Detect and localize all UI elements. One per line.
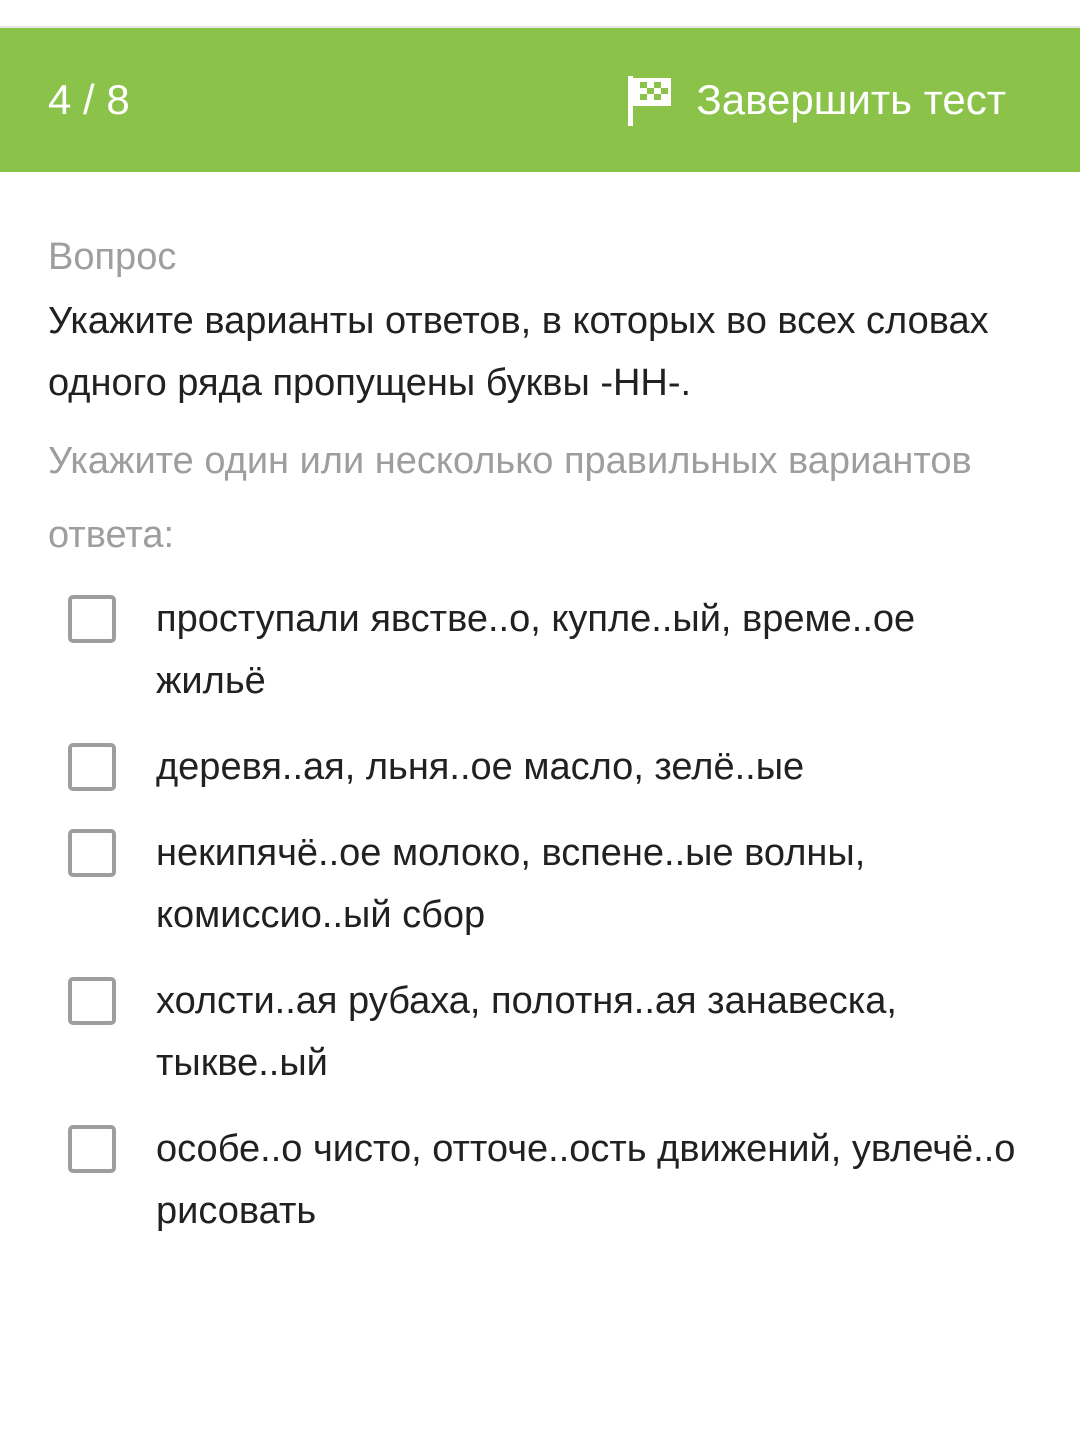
answer-option[interactable]: деревя..ая, льня..ое масло, зелё..ые [68,736,1038,798]
answer-option-text: особе..о чисто, отточе..ость движений, у… [156,1128,1016,1232]
checkered-flag-icon [628,76,672,126]
quiz-header: 4 / 8 Завершить тест [0,28,1080,172]
answer-option-text: некипячё..ое молоко, вспене..ые волны, к… [156,832,866,936]
answer-option[interactable]: особе..о чисто, отточе..ость движений, у… [68,1118,1038,1242]
answer-option-text: холсти..ая рубаха, полотня..ая занавеска… [156,980,897,1084]
answer-option-text: проступали явстве..о, купле..ый, време..… [156,598,916,702]
answer-checkbox[interactable] [68,1125,116,1173]
question-text: Укажите варианты ответов, в которых во в… [48,300,989,404]
answer-checkbox[interactable] [68,977,116,1025]
answer-checkbox[interactable] [68,743,116,791]
answer-checkbox[interactable] [68,595,116,643]
answer-option[interactable]: некипячё..ое молоко, вспене..ые волны, к… [68,822,1038,946]
answer-option-text: деревя..ая, льня..ое масло, зелё..ые [156,746,805,788]
finish-test-button[interactable]: Завершить тест [626,72,1006,128]
answer-instruction: Укажите один или несколько правильных ва… [48,440,972,556]
question-label: Вопрос [48,236,177,278]
answer-options: проступали явстве..о, купле..ый, време..… [48,588,1038,1242]
answer-option[interactable]: проступали явстве..о, купле..ый, време..… [68,588,1038,712]
finish-test-label: Завершить тест [696,76,1006,123]
answer-checkbox[interactable] [68,829,116,877]
answer-option[interactable]: холсти..ая рубаха, полотня..ая занавеска… [68,970,1038,1094]
top-edge [0,0,1080,28]
question-progress: 4 / 8 [48,76,130,123]
question-content: Вопрос Укажите варианты ответов, в котор… [48,228,1038,1266]
